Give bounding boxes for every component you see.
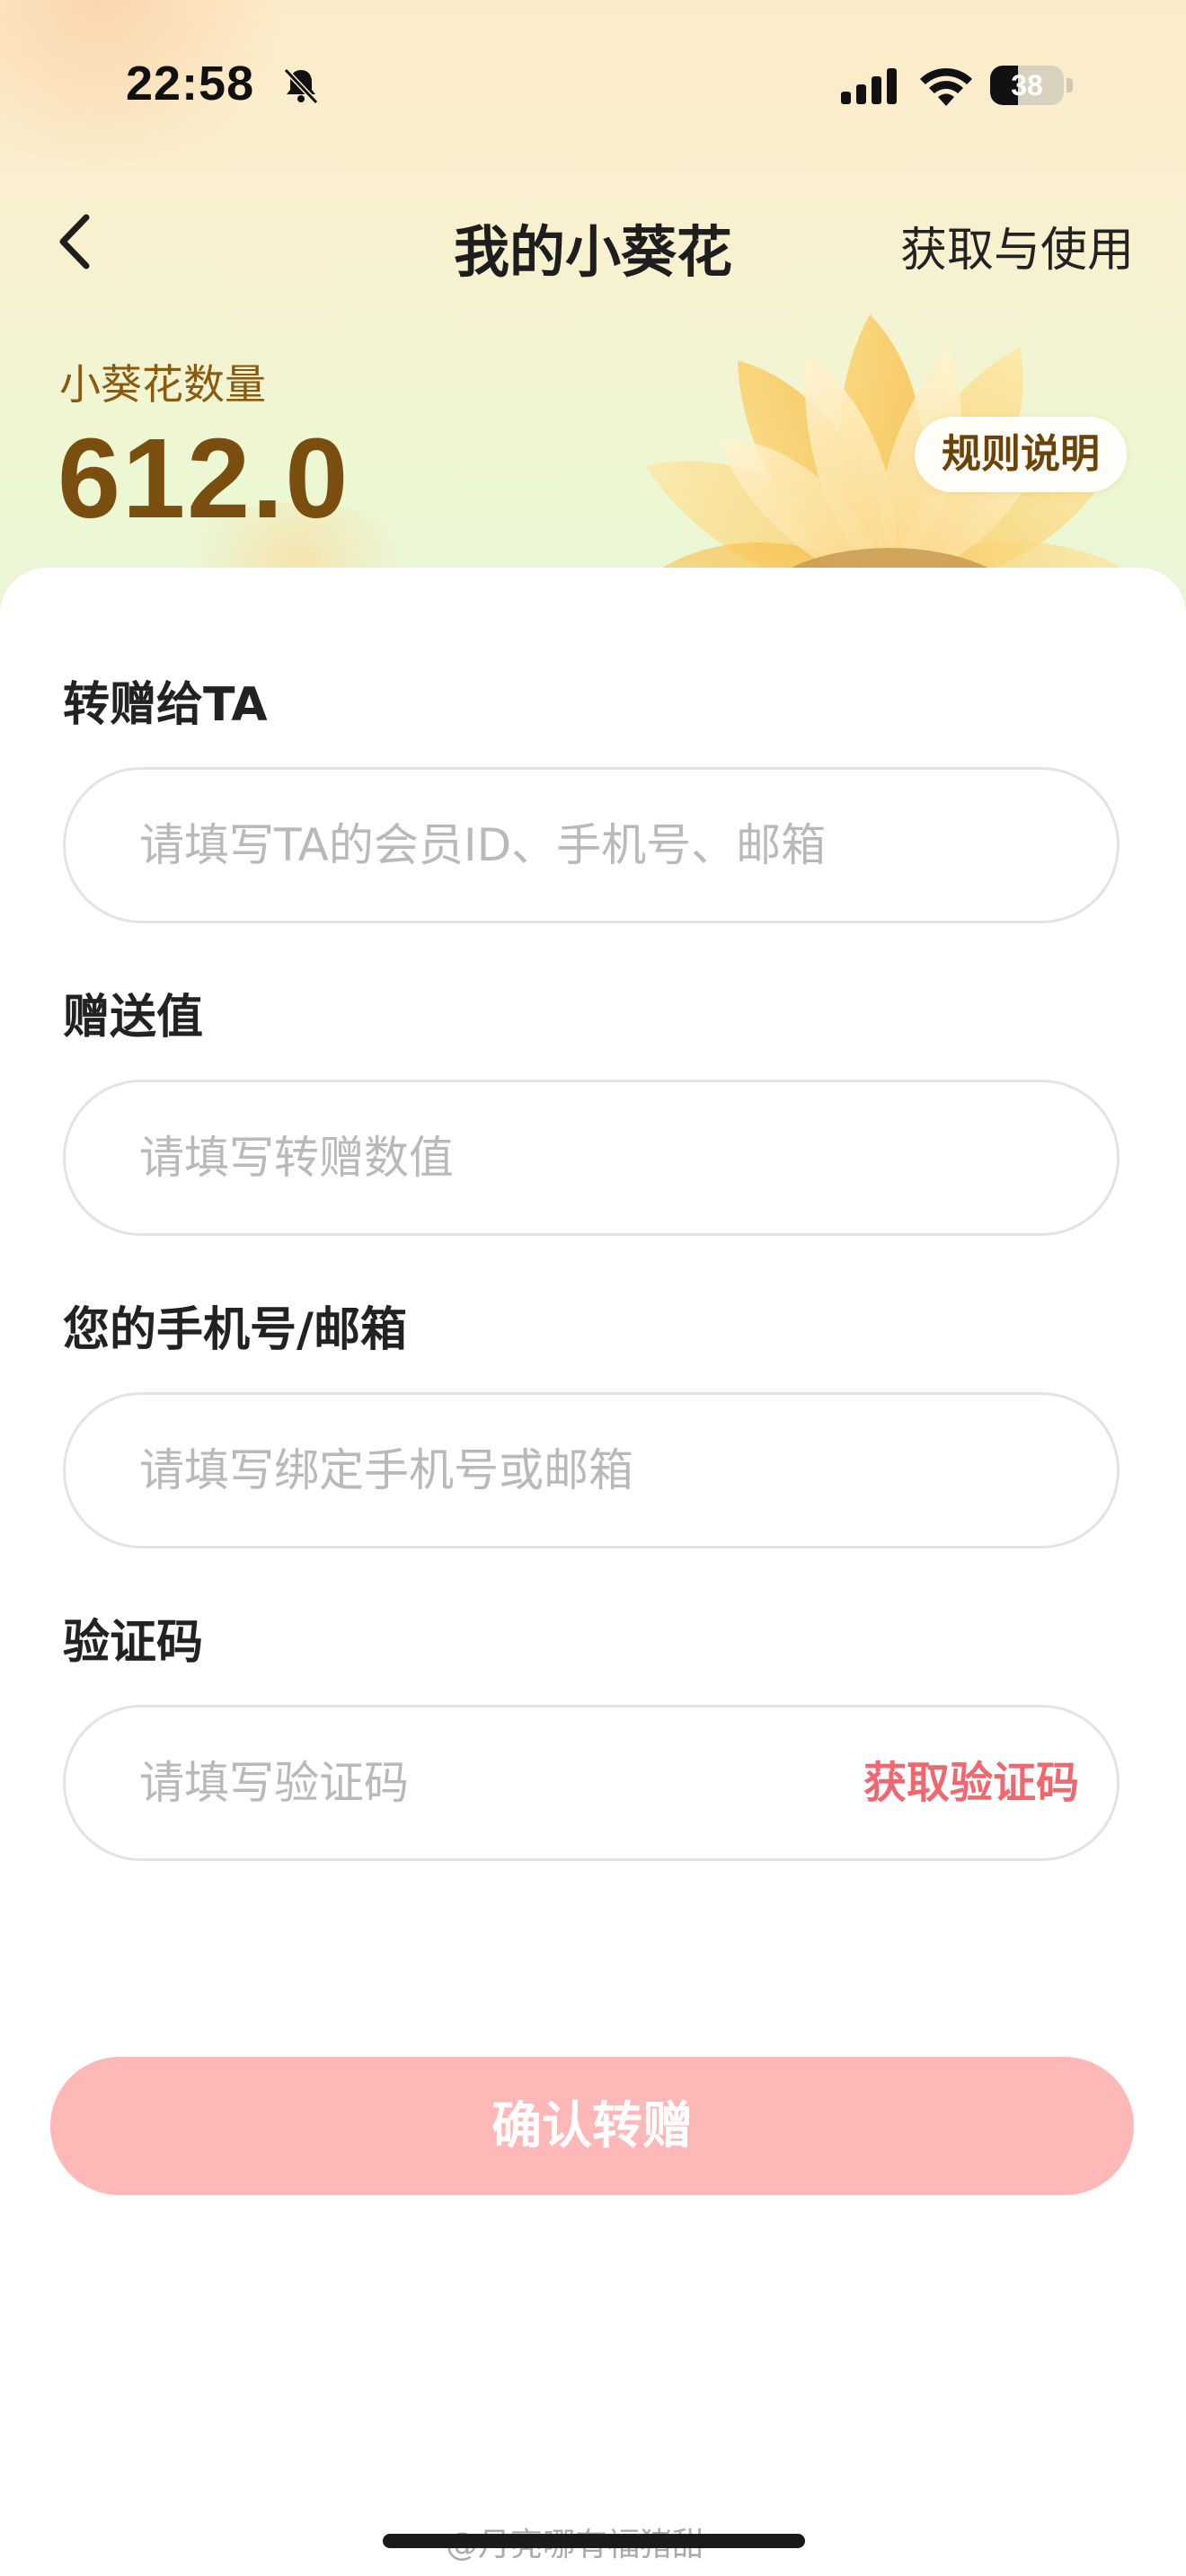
code-field-wrapper: 获取验证码 <box>63 1705 1120 1861</box>
get-and-use-link[interactable]: 获取与使用 <box>900 212 1134 279</box>
code-input[interactable] <box>139 1707 822 1858</box>
balance-value: 612.0 <box>58 415 350 542</box>
home-indicator <box>383 2534 805 2548</box>
transfer-form-card: 转赠给TA 赠送值 您的手机号/邮箱 验证码 获取验证码 <box>0 568 1186 2576</box>
chevron-left-icon[interactable] <box>52 212 97 271</box>
status-time: 22:58 <box>126 57 255 110</box>
get-code-button[interactable]: 获取验证码 <box>863 1707 1079 1858</box>
battery-level: 38 <box>1011 69 1043 101</box>
contact-label: 您的手机号/邮箱 <box>63 1303 407 1357</box>
contact-input[interactable] <box>139 1395 1038 1546</box>
page-title: 我的小葵花 <box>453 219 732 285</box>
contact-field-wrapper <box>63 1392 1120 1548</box>
recipient-field-wrapper <box>63 767 1120 923</box>
amount-label: 赠送值 <box>63 991 204 1045</box>
header-banner: 22:58 38 我的小葵花 获取与使用 小葵花数量 612.0 规则说明 <box>0 0 1186 629</box>
recipient-label: 转赠给TA <box>63 678 268 732</box>
rules-button[interactable]: 规则说明 <box>915 417 1127 492</box>
recipient-input[interactable] <box>139 770 1038 921</box>
amount-input[interactable] <box>139 1082 1038 1233</box>
cellular-signal-icon <box>841 68 897 104</box>
battery-icon: 38 <box>990 66 1073 105</box>
bell-slash-icon <box>283 67 319 105</box>
wifi-icon <box>920 67 972 106</box>
balance-label: 小葵花数量 <box>59 360 266 409</box>
code-label: 验证码 <box>63 1616 204 1670</box>
confirm-transfer-button[interactable]: 确认转赠 <box>50 2057 1134 2195</box>
amount-field-wrapper <box>63 1080 1120 1236</box>
